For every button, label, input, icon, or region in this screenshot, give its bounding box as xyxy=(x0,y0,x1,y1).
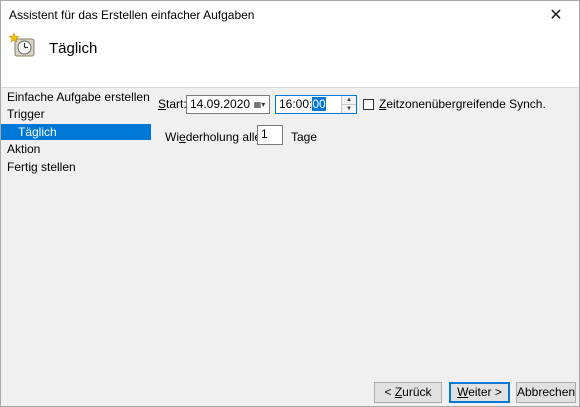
start-date-picker[interactable]: 14.09.2020 ▦▾ xyxy=(186,95,270,114)
wizard-window: Assistent für das Erstellen einfacher Au… xyxy=(0,0,580,407)
repeat-label: Wiederholung alle: xyxy=(165,130,265,144)
cancel-button[interactable]: Abbrechen xyxy=(516,382,576,403)
start-time-selected-seconds: 00 xyxy=(312,97,326,111)
start-time-field[interactable]: 16:00:00 ▲ ▼ xyxy=(275,95,357,114)
timezone-sync-checkbox[interactable] xyxy=(363,99,374,110)
nav-item-trigger[interactable]: Trigger xyxy=(1,106,151,122)
back-button[interactable]: < Zurück xyxy=(374,382,442,403)
close-icon[interactable]: ✕ xyxy=(533,1,579,29)
spin-up-icon[interactable]: ▲ xyxy=(342,96,356,105)
time-spinner[interactable]: ▲ ▼ xyxy=(341,96,356,113)
clock-task-icon xyxy=(9,32,35,57)
repeat-unit-label: Tage xyxy=(291,130,318,144)
nav-item-daily[interactable]: Täglich xyxy=(1,124,151,140)
page-title: Täglich xyxy=(49,40,98,57)
start-label: Start: xyxy=(158,97,187,111)
nav-item-create-task[interactable]: Einfache Aufgabe erstellen xyxy=(1,89,151,105)
next-button[interactable]: Weiter > xyxy=(449,382,510,403)
wizard-header: Täglich xyxy=(1,29,579,88)
repeat-interval-input[interactable]: 1 xyxy=(257,125,283,145)
nav-item-action[interactable]: Aktion xyxy=(1,141,151,157)
title-bar: Assistent für das Erstellen einfacher Au… xyxy=(1,1,579,29)
calendar-dropdown-icon[interactable]: ▦▾ xyxy=(251,97,268,112)
spin-down-icon[interactable]: ▼ xyxy=(342,105,356,113)
start-date-value: 14.09.2020 xyxy=(190,97,251,111)
window-title: Assistent für das Erstellen einfacher Au… xyxy=(9,8,255,22)
repeat-interval-value: 1 xyxy=(261,127,268,141)
nav-item-finish[interactable]: Fertig stellen xyxy=(1,159,151,175)
start-time-value: 16:00: xyxy=(279,97,313,111)
timezone-sync-label: Zeitzonenübergreifende Synch. xyxy=(379,97,546,111)
